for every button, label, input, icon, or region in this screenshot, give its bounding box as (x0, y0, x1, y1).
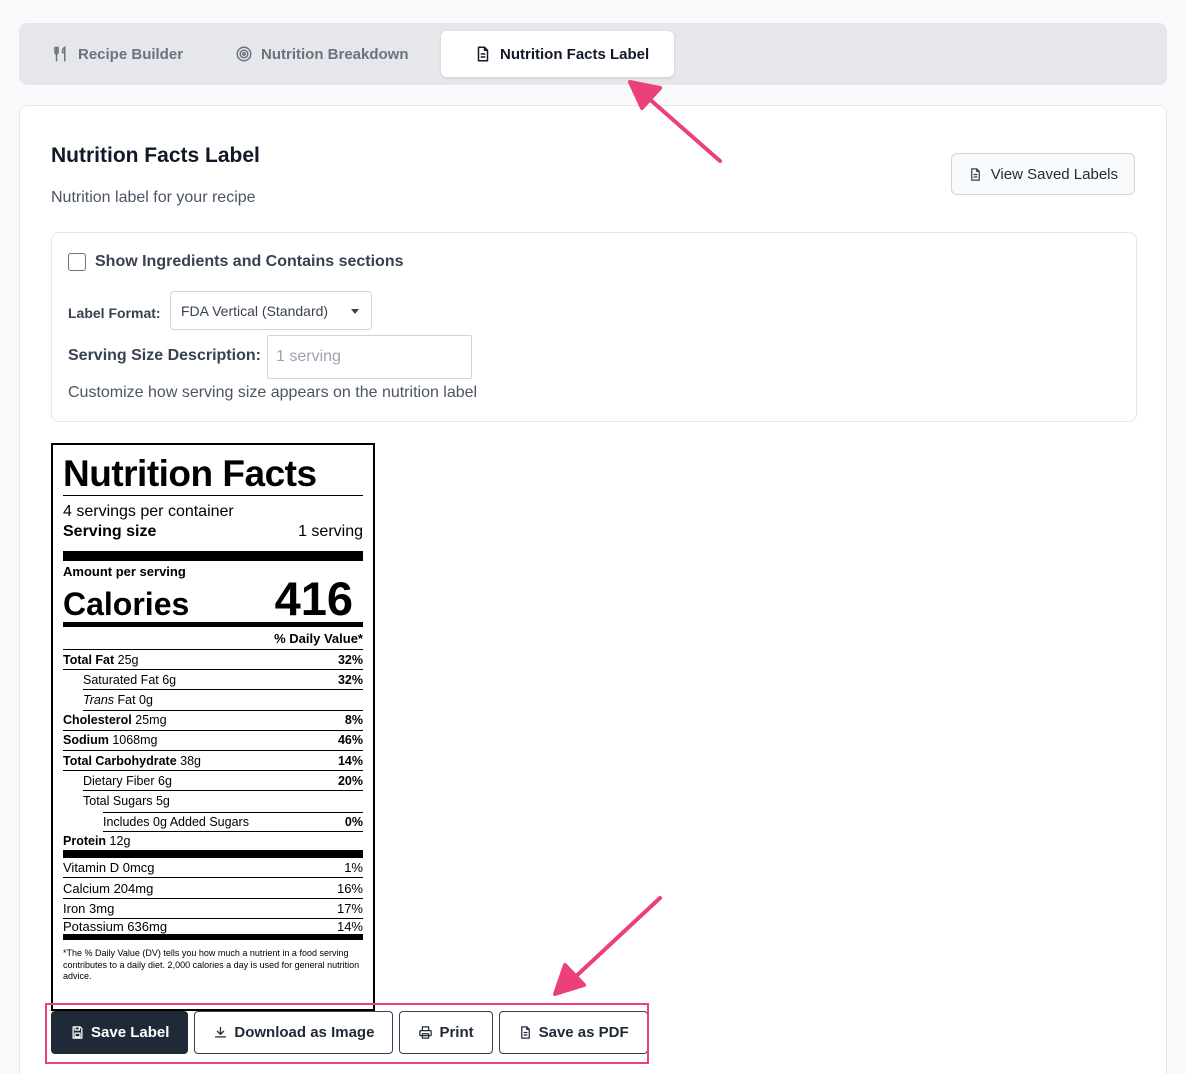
nf-nutrient-pct: 32% (337, 652, 363, 667)
nf-nutrient-pct: 14% (337, 753, 363, 768)
download-icon (215, 1026, 227, 1038)
caret-down-icon (351, 309, 359, 314)
save-label-text: Save Label (91, 1024, 170, 1041)
nf-nutrient-amount: 1068mg (112, 733, 158, 748)
label-actions: Save Label Download as Image Print Save … (51, 1011, 648, 1054)
label-format-value: FDA Vertical (Standard) (181, 302, 329, 319)
nf-nutrient-amount: Fat 0g (117, 692, 153, 707)
tab-label: Recipe Builder (78, 45, 184, 63)
nf-nutrient-name: Total Carbohydrate (63, 753, 177, 768)
label-format-label: Label Format: (68, 305, 161, 321)
nf-nutrient-name: Saturated Fat 6g (83, 672, 177, 687)
nf-nutrient-name: Trans (83, 692, 115, 707)
nf-vitamin-name: Potassium 636mg (63, 919, 168, 935)
save-label-button[interactable]: Save Label (51, 1011, 189, 1054)
document-icon (970, 167, 980, 181)
nf-row-sodium: Sodium 1068mg 46% (63, 731, 363, 751)
print-text: Print (439, 1024, 474, 1041)
document-icon (477, 46, 489, 62)
nf-nutrient-name: Total Fat (63, 652, 115, 667)
nf-nutrient-pct: 20% (337, 773, 363, 788)
nf-vitamin-pct: 16% (336, 880, 363, 896)
show-sections-label: Show Ingredients and Contains sections (95, 253, 404, 270)
page-title: Nutrition Facts Label (51, 144, 260, 167)
printer-icon (419, 1026, 433, 1039)
tab-bar: Recipe Builder Nutrition Breakdown Nutri… (19, 23, 1167, 85)
nf-row-saturated-fat: Saturated Fat 6g 32% (83, 670, 363, 691)
nf-row-trans-fat: Trans Fat 0g (83, 690, 363, 711)
tab-nutrition-facts-label[interactable]: Nutrition Facts Label (441, 31, 675, 77)
save-pdf-button[interactable]: Save as PDF (498, 1011, 648, 1054)
document-icon (520, 1026, 530, 1039)
nf-nutrient-pct: 32% (337, 672, 363, 687)
nf-row-vitamin-d: Vitamin D 0mcg 1% (63, 858, 363, 879)
nf-calories-label: Calories (63, 586, 190, 622)
nf-vitamin-name: Vitamin D 0mcg (63, 859, 155, 875)
nf-nutrient-name: Total Sugars 5g (83, 794, 170, 809)
target-icon (236, 46, 252, 62)
nf-vitamin-pct: 1% (344, 859, 363, 875)
nf-vitamin-name: Calcium 204mg (63, 880, 154, 896)
label-card: Nutrition Facts Label Nutrition label fo… (19, 105, 1167, 1074)
nf-nutrient-pct: 0% (344, 814, 363, 829)
page-subtitle: Nutrition label for your recipe (51, 189, 256, 206)
nf-dv-header: % Daily Value* (63, 627, 363, 650)
floppy-disk-icon (72, 1026, 83, 1039)
label-settings-panel: Show Ingredients and Contains sections L… (51, 232, 1137, 422)
nf-nutrient-pct: 46% (337, 733, 363, 748)
nf-nutrient-name: Cholesterol (63, 713, 132, 728)
nf-nutrient-name: Sodium (63, 733, 109, 748)
nf-nutrient-amount: 38g (180, 753, 202, 768)
nf-calories-value: 416 (274, 572, 353, 625)
save-pdf-text: Save as PDF (538, 1024, 629, 1041)
view-saved-labels-label: View Saved Labels (990, 165, 1118, 183)
nf-title: Nutrition Facts (63, 455, 363, 496)
nf-vitamin-pct: 14% (336, 919, 363, 935)
print-button[interactable]: Print (399, 1011, 493, 1054)
utensils-icon (54, 46, 66, 62)
nf-row-total-sugars: Total Sugars 5g (83, 791, 363, 811)
serving-size-input[interactable] (267, 335, 472, 379)
show-sections-row: Show Ingredients and Contains sections (68, 253, 403, 271)
nf-calories: Calories 416 (63, 575, 363, 627)
download-image-button[interactable]: Download as Image (194, 1011, 394, 1054)
nf-vitamin-pct: 17% (336, 901, 363, 917)
nf-servings: 4 servings per container (63, 503, 234, 520)
serving-size-label: Serving Size Description: (68, 347, 261, 364)
nf-nutrient-amount: 25mg (135, 713, 167, 728)
nf-serving-size: Serving size 1 serving (63, 523, 363, 561)
nutrition-facts-label: Nutrition Facts 4 servings per container… (51, 443, 375, 1011)
nf-row-total-carbohydrate: Total Carbohydrate 38g 14% (63, 751, 363, 772)
view-saved-labels-button[interactable]: View Saved Labels (950, 153, 1135, 195)
download-image-text: Download as Image (234, 1024, 375, 1041)
nf-row-protein: Protein 12g (63, 832, 363, 858)
nf-row-iron: Iron 3mg 17% (63, 899, 363, 920)
tab-label: Nutrition Breakdown (261, 45, 409, 63)
tab-label: Nutrition Facts Label (500, 45, 650, 63)
nf-row-potassium: Potassium 636mg 14% (63, 919, 363, 941)
nf-nutrient-name: Includes 0g Added Sugars (103, 814, 249, 829)
nf-serving-size-label: Serving size (63, 523, 157, 540)
nf-row-calcium: Calcium 204mg 16% (63, 878, 363, 899)
nf-row-total-fat: Total Fat 25g 32% (63, 650, 363, 671)
nf-serving-size-value: 1 serving (298, 523, 363, 540)
label-format-select[interactable]: FDA Vertical (Standard) (170, 291, 372, 330)
nf-footnote: *The % Daily Value (DV) tells you how mu… (63, 948, 360, 982)
nf-nutrient-name: Protein (63, 833, 107, 848)
nf-nutrient-pct: 8% (344, 713, 363, 728)
nf-nutrient-name: Dietary Fiber 6g (83, 773, 172, 788)
nf-row-added-sugars: Includes 0g Added Sugars 0% (103, 811, 363, 832)
serving-size-help: Customize how serving size appears on th… (68, 384, 478, 401)
nf-vitamin-name: Iron 3mg (63, 901, 115, 917)
tab-recipe-builder[interactable]: Recipe Builder (19, 31, 208, 77)
show-sections-checkbox[interactable] (68, 253, 86, 271)
nf-nutrient-amount: 12g (109, 833, 131, 848)
nf-nutrient-amount: 25g (117, 652, 139, 667)
nf-row-cholesterol: Cholesterol 25mg 8% (63, 711, 363, 731)
nf-row-dietary-fiber: Dietary Fiber 6g 20% (83, 771, 363, 792)
tab-nutrition-breakdown[interactable]: Nutrition Breakdown (202, 31, 434, 77)
